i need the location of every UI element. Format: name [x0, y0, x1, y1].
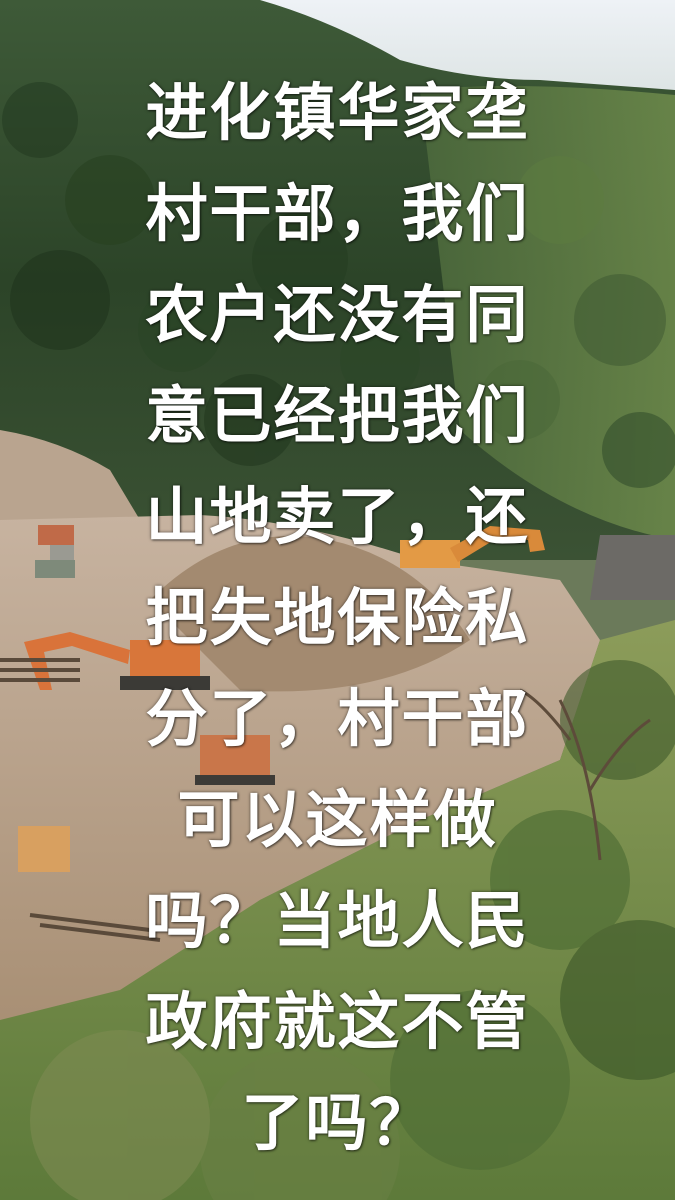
caption-line: 山地卖了，还: [145, 480, 530, 553]
caption-line: 把失地保险私: [145, 581, 530, 654]
overlay-caption: 进化镇华家垄 村干部，我们 农户还没有同 意已经把我们 山地卖了，还 把失地保险…: [0, 62, 675, 1173]
caption-line: 吗？当地人民: [145, 884, 530, 957]
caption-line: 了吗？: [241, 1086, 434, 1159]
photo-scene: 进化镇华家垄 村干部，我们 农户还没有同 意已经把我们 山地卖了，还 把失地保险…: [0, 0, 675, 1200]
caption-line: 意已经把我们: [145, 379, 530, 452]
caption-line: 可以这样做: [177, 783, 498, 856]
caption-line: 村干部，我们: [145, 177, 530, 250]
caption-line: 分了，村干部: [145, 682, 530, 755]
caption-line: 政府就这不管: [145, 985, 530, 1058]
caption-line: 农户还没有同: [145, 278, 530, 351]
caption-line: 进化镇华家垄: [145, 76, 530, 149]
